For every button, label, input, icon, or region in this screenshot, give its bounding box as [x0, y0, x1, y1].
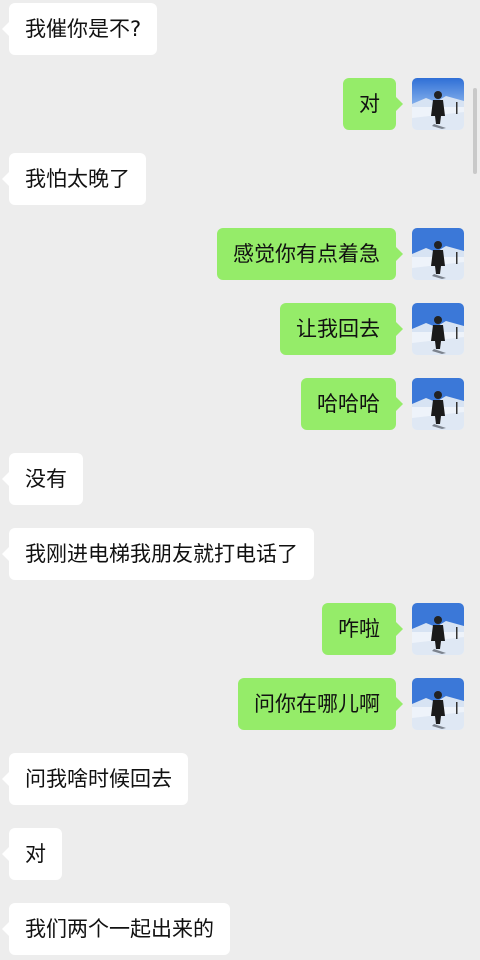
message-row: 让我回去	[0, 303, 480, 357]
message-row: 问我啥时候回去	[0, 753, 480, 807]
message-bubble-outgoing[interactable]: 感觉你有点着急	[217, 228, 403, 280]
avatar[interactable]	[412, 303, 464, 355]
message-bubble-outgoing[interactable]: 咋啦	[322, 603, 403, 655]
message-bubble-incoming[interactable]: 我刚进电梯我朋友就打电话了	[2, 528, 314, 580]
scrollbar[interactable]	[473, 88, 477, 174]
avatar[interactable]	[412, 678, 464, 730]
message-row: 我们两个一起出来的	[0, 903, 480, 957]
chat-message-list[interactable]: 我催你是不? 对 我怕太晚了 感觉你有点着急 让我回去 哈哈哈 没有 我刚进电梯…	[0, 0, 480, 960]
message-row: 咋啦	[0, 603, 480, 657]
message-row: 哈哈哈	[0, 378, 480, 432]
message-row: 对	[0, 828, 480, 882]
avatar[interactable]	[412, 78, 464, 130]
message-row: 对	[0, 78, 480, 132]
message-row: 我怕太晚了	[0, 153, 480, 207]
avatar[interactable]	[412, 378, 464, 430]
avatar[interactable]	[412, 228, 464, 280]
message-row: 感觉你有点着急	[0, 228, 480, 282]
message-bubble-incoming[interactable]: 我催你是不?	[1, 3, 158, 55]
message-row: 我刚进电梯我朋友就打电话了	[0, 528, 480, 582]
avatar[interactable]	[412, 603, 464, 655]
message-bubble-incoming[interactable]: 我们两个一起出来的	[2, 903, 230, 955]
message-bubble-outgoing[interactable]: 对	[343, 78, 403, 130]
message-bubble-incoming[interactable]: 问我啥时候回去	[2, 753, 188, 805]
message-row: 我催你是不?	[0, 3, 480, 57]
message-row: 没有	[0, 453, 480, 507]
message-bubble-outgoing[interactable]: 哈哈哈	[301, 378, 403, 430]
message-bubble-incoming[interactable]: 我怕太晚了	[2, 153, 146, 205]
message-bubble-outgoing[interactable]: 让我回去	[280, 303, 403, 355]
message-row: 问你在哪儿啊	[0, 678, 480, 732]
message-bubble-incoming[interactable]: 没有	[2, 453, 83, 505]
message-bubble-incoming[interactable]: 对	[2, 828, 62, 880]
message-bubble-outgoing[interactable]: 问你在哪儿啊	[238, 678, 403, 730]
